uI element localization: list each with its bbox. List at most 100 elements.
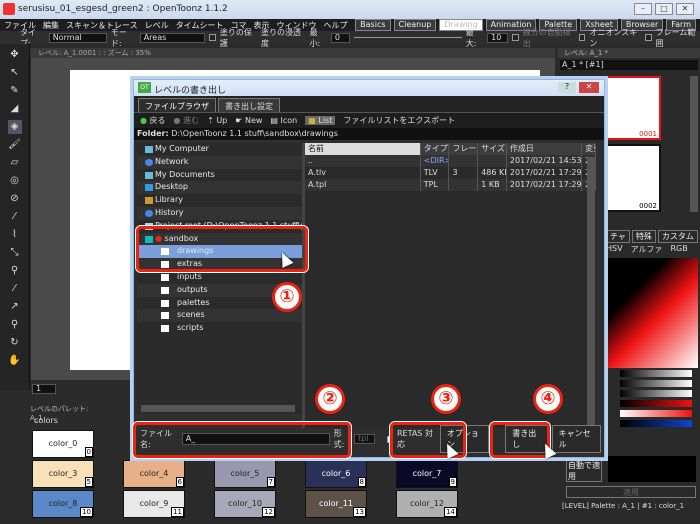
min-field[interactable]: 0 — [330, 32, 351, 43]
file-list-scrollbar[interactable] — [587, 157, 595, 427]
frame-field[interactable]: 1 — [32, 384, 56, 394]
color-wheel[interactable] — [606, 258, 698, 368]
pump-icon[interactable]: ⚲ — [8, 264, 22, 278]
palette-chip[interactable]: color_10 12 — [214, 490, 276, 518]
tab-hsv[interactable]: HSV — [606, 244, 623, 255]
tree-item[interactable]: My Computer — [137, 143, 302, 156]
help-button[interactable]: ? — [558, 82, 576, 93]
palette-chip[interactable]: color_4 6 — [123, 460, 185, 488]
col-frames[interactable]: フレーム — [449, 143, 479, 155]
palette-chip[interactable]: color_11 13 — [305, 490, 367, 518]
col-type[interactable]: タイプ — [421, 143, 450, 155]
menu-xsheet[interactable]: タイムシート — [176, 20, 224, 31]
col-created[interactable]: 作成日 — [507, 143, 583, 155]
rotate-icon[interactable]: ↻ — [8, 336, 22, 350]
slider[interactable] — [620, 400, 692, 407]
menu-help[interactable]: ヘルプ — [323, 20, 347, 31]
room-basics[interactable]: Basics — [355, 19, 391, 31]
new-folder-button[interactable]: ☛ New — [235, 116, 262, 125]
tree-item[interactable]: My Documents — [137, 169, 302, 182]
max-field[interactable]: 10 — [487, 32, 509, 43]
folder-path[interactable]: Folder: D:\OpenToonz 1.1 stuff\sandbox\d… — [134, 128, 604, 140]
onion-checkbox[interactable] — [578, 34, 586, 41]
palette-chip[interactable]: color_3 5 — [32, 460, 94, 488]
palette-chip[interactable]: color_5 7 — [214, 460, 276, 488]
up-button[interactable]: ⇡ Up — [207, 116, 227, 125]
palette-chip[interactable]: color_0 0 — [32, 430, 94, 458]
back-button[interactable]: ● 戻る — [140, 115, 166, 126]
col-name[interactable]: 名前 — [305, 143, 421, 155]
fill-depth-slider[interactable] — [354, 37, 462, 38]
slider[interactable] — [620, 380, 692, 387]
tree-item[interactable]: scripts — [137, 322, 302, 335]
zoom-icon[interactable]: ⚲ — [8, 318, 22, 332]
apply-button[interactable]: 適用 — [566, 486, 696, 498]
col-size[interactable]: サイズ — [478, 143, 507, 155]
tab-texture[interactable]: チャ — [606, 230, 630, 243]
minimize-button[interactable]: – — [634, 3, 652, 15]
tape-icon[interactable]: ◎ — [8, 174, 22, 188]
tab-rgb[interactable]: RGB — [671, 244, 688, 255]
fill-tool-icon[interactable]: ◈ — [7, 120, 22, 134]
slider[interactable] — [620, 410, 692, 417]
auto-detect-checkbox[interactable] — [512, 34, 519, 41]
animate-tool-icon[interactable]: ✥ — [8, 48, 22, 62]
dialog-close-button[interactable]: ✕ — [579, 82, 599, 93]
rgb-picker-icon[interactable]: ⁄ — [8, 210, 22, 224]
type-select[interactable]: Normal — [48, 32, 107, 43]
tree-item[interactable]: History — [137, 206, 302, 220]
brush-tool-icon[interactable]: ✎ — [8, 84, 22, 98]
tree-item[interactable]: inputs — [137, 271, 302, 284]
icon-view-button[interactable]: ▤ Icon — [270, 116, 297, 125]
cancel-button[interactable]: キャンセル — [551, 425, 601, 453]
menu-edit[interactable]: 編集 — [43, 20, 59, 31]
list-view-button[interactable]: ▦ List — [305, 116, 336, 125]
slider[interactable] — [620, 390, 692, 397]
maximize-button[interactable]: □ — [655, 3, 673, 15]
tab-special[interactable]: 特殊 — [631, 230, 656, 243]
tree-item[interactable]: Desktop — [137, 181, 302, 195]
palette-chip[interactable]: color_12 14 — [396, 490, 458, 518]
slider[interactable] — [620, 370, 692, 377]
file-row[interactable]: ..<DIR>2017/02/21 14:5320 — [305, 155, 596, 167]
tab-alpha[interactable]: アルファ — [631, 244, 663, 255]
tree-item[interactable]: Library — [137, 194, 302, 207]
geometric-tool-icon[interactable]: ◢ — [8, 102, 22, 116]
slider[interactable] — [620, 420, 692, 427]
tree-h-scrollbar[interactable] — [141, 405, 295, 412]
tab-export-settings[interactable]: 書き出し設定 — [218, 98, 280, 112]
tab-custom[interactable]: カスタム — [657, 230, 698, 243]
palette-chip[interactable]: color_9 11 — [123, 490, 185, 518]
hand-icon[interactable]: ✋ — [8, 354, 22, 368]
palette-page-tab[interactable]: colors — [34, 416, 58, 425]
col-modified[interactable]: 変更日 — [582, 143, 596, 155]
close-button[interactable]: ✕ — [676, 3, 694, 15]
palette-chip[interactable]: color_7 9 — [396, 460, 458, 488]
format-select[interactable]: tpl — [354, 434, 375, 444]
tree-item[interactable]: scenes — [137, 309, 302, 323]
forward-button[interactable]: ● 進む — [174, 115, 200, 126]
palette-chip[interactable]: color_8 10 — [32, 490, 94, 518]
file-row[interactable]: A.tplTPL1 KB2017/02/21 17:2920 — [305, 179, 596, 191]
eraser-icon[interactable]: ▱ — [8, 156, 22, 170]
pinch-icon[interactable]: ⤡ — [8, 246, 22, 260]
room-cleanup[interactable]: Cleanup — [393, 19, 437, 31]
export-file-list-button[interactable]: ファイルリストをエクスポート — [343, 115, 455, 126]
style-picker-icon[interactable]: ⊘ — [8, 192, 22, 206]
level-strip-scrollbar[interactable] — [690, 76, 698, 212]
file-row[interactable]: A.tlvTLV3486 KB2017/02/21 17:2920 — [305, 167, 596, 179]
auto-apply-button[interactable]: 自動で適用 — [566, 458, 602, 482]
frame-range-checkbox[interactable] — [645, 34, 652, 41]
preserve-checkbox[interactable] — [209, 34, 216, 41]
mode-select[interactable]: Areas — [139, 32, 206, 43]
tree-item[interactable]: Network — [137, 155, 302, 169]
tab-file-browser[interactable]: ファイルブラウザ — [138, 98, 216, 112]
palette-chip[interactable]: color_6 8 — [305, 460, 367, 488]
control-point-icon[interactable]: ⌇ — [8, 228, 22, 242]
menu-level[interactable]: レベル — [145, 20, 169, 31]
magnet-icon[interactable]: ⁄ — [8, 282, 22, 296]
selection-tool-icon[interactable]: ↖ — [8, 66, 22, 80]
level-combo[interactable]: A_1 * [#1] — [560, 60, 698, 70]
bender-icon[interactable]: ↗ — [8, 300, 22, 314]
paint-brush-icon[interactable]: 🖌 — [8, 138, 22, 152]
